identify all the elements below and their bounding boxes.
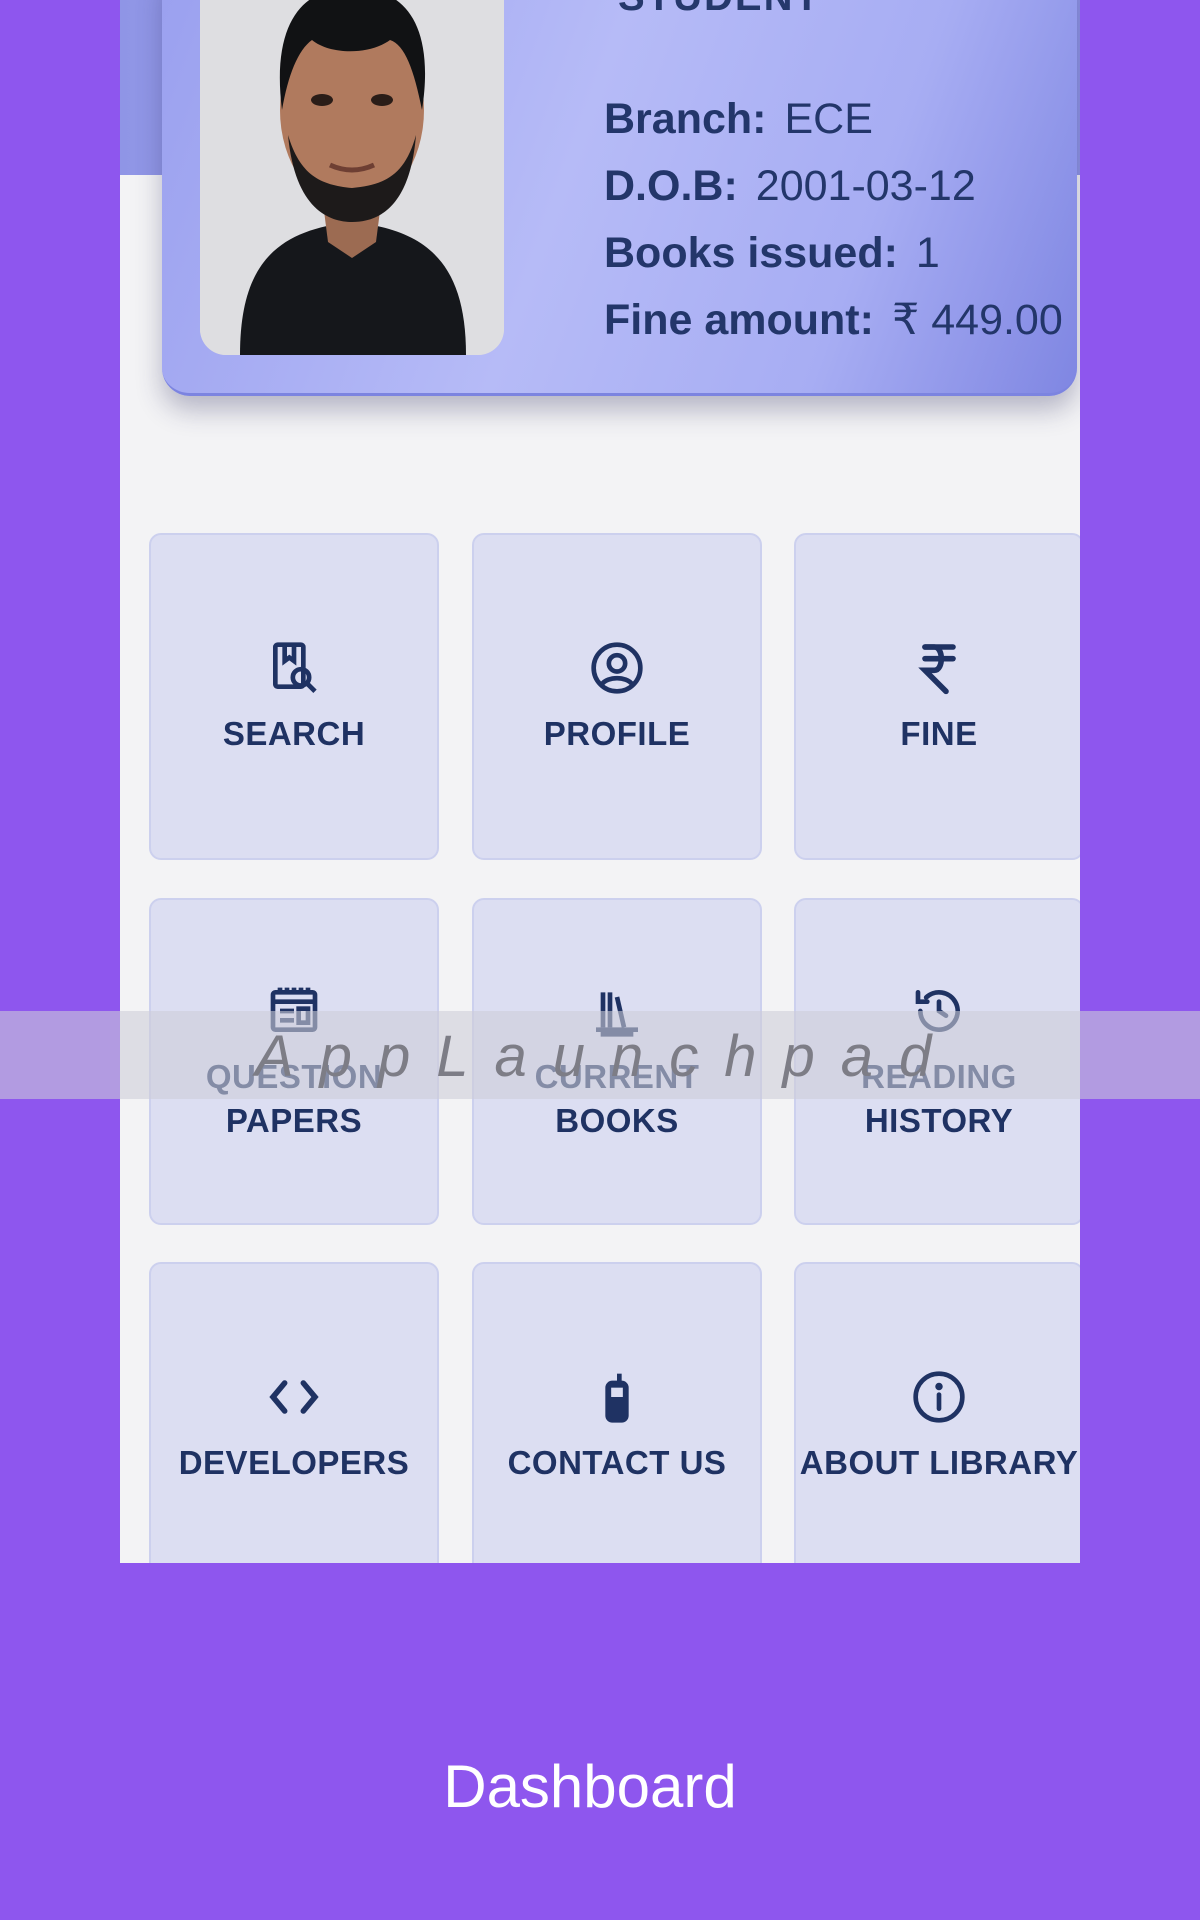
fine-tile[interactable]: FINE — [794, 533, 1080, 860]
mobile-phone-icon — [587, 1367, 647, 1427]
role-row: STUDENT — [564, 0, 821, 20]
developers-tile[interactable]: DEVELOPERS — [149, 1262, 439, 1563]
fine-amount-label: Fine amount: — [604, 296, 874, 344]
user-circle-icon — [587, 638, 647, 698]
profile-label: PROFILE — [543, 714, 691, 752]
dob-value: 2001-03-12 — [755, 162, 976, 210]
profile-tile[interactable]: PROFILE — [472, 533, 762, 860]
books-issued-value: 1 — [915, 229, 940, 277]
dob-label: D.O.B: — [604, 162, 738, 210]
graduation-cap-icon — [564, 0, 604, 20]
page-caption: Dashboard — [443, 1753, 737, 1820]
fine-amount-row: Fine amount: ₹ 449.00 — [604, 287, 1063, 354]
search-tile[interactable]: SEARCH — [149, 533, 439, 860]
branch-value: ECE — [784, 95, 873, 143]
watermark-text: AppLaunchpad — [255, 1024, 958, 1089]
role-label: STUDENT — [618, 0, 821, 20]
student-id-card: STUDENT Branch: ECE D.O.B: 2001-03-12 Book… — [162, 0, 1077, 396]
search-label: SEARCH — [222, 714, 366, 752]
branch-row: Branch: ECE — [604, 86, 1063, 153]
code-icon — [264, 1367, 324, 1427]
book-search-icon — [264, 638, 324, 698]
student-info: Branch: ECE D.O.B: 2001-03-12 Books issued… — [604, 86, 1063, 354]
fine-label: FINE — [900, 714, 978, 752]
books-issued-label: Books issued: — [604, 229, 898, 277]
rupee-icon — [909, 638, 969, 698]
info-icon — [909, 1367, 969, 1427]
about-library-label: ABOUT LIBRARY — [799, 1443, 1079, 1481]
dob-row: D.O.B: 2001-03-12 — [604, 153, 1063, 220]
person-portrait-image — [200, 0, 504, 355]
about-library-tile[interactable]: ABOUT LIBRARY — [794, 1262, 1080, 1563]
developers-label: DEVELOPERS — [178, 1443, 410, 1481]
watermark-band: AppLaunchpad — [0, 1011, 1200, 1099]
fine-amount-value: ₹ 449.00 — [891, 296, 1063, 344]
phone-screen: STUDENT Branch: ECE D.O.B: 2001-03-12 Book… — [120, 0, 1080, 1563]
contact-us-tile[interactable]: CONTACT US — [472, 1262, 762, 1563]
student-photo — [200, 0, 504, 355]
branch-label: Branch: — [604, 95, 767, 143]
books-issued-row: Books issued: 1 — [604, 220, 1063, 287]
contact-us-label: CONTACT US — [507, 1443, 727, 1481]
